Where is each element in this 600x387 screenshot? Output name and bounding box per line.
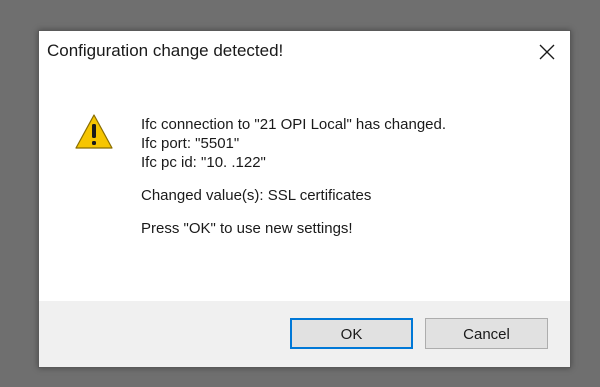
message-connection-line: Ifc connection to "21 OPI Local" has cha… [141, 116, 447, 133]
warning-triangle-icon [74, 113, 114, 151]
changed-values-text: Changed value(s): SSL certificates [141, 187, 372, 204]
button-bar: OK Cancel [39, 301, 570, 367]
message-port-line: Ifc port: "5501" [141, 135, 240, 152]
title-bar: Configuration change detected! [39, 31, 570, 73]
cancel-button[interactable]: Cancel [425, 318, 548, 349]
close-button[interactable] [524, 31, 570, 73]
prompt-text: Press "OK" to use new settings! [141, 220, 353, 237]
close-icon [539, 44, 555, 60]
config-change-dialog: Configuration change detected! Ifc conne… [38, 30, 571, 368]
ok-button[interactable]: OK [290, 318, 413, 349]
message-body: Ifc connection to "21 OPI Local" has cha… [141, 115, 446, 238]
message-pc-id-line: Ifc pc id: "10. .122" [141, 154, 266, 171]
dialog-title: Configuration change detected! [47, 41, 284, 60]
